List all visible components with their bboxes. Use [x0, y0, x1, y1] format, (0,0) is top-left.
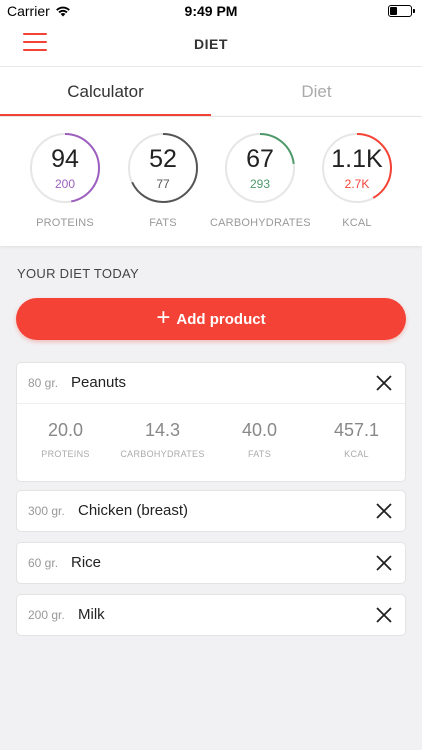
product-card-rice[interactable]: 60 gr. Rice: [16, 542, 406, 584]
product-name: Rice: [71, 554, 102, 571]
stat-value: 52: [149, 145, 177, 173]
stat-label: PROTEINS: [36, 217, 94, 229]
tab-diet[interactable]: Diet: [211, 67, 422, 117]
product-name: Chicken (breast): [78, 502, 189, 519]
close-icon[interactable]: [375, 374, 393, 392]
stat-label: CARBOHYDRATES: [210, 217, 311, 229]
stat-value: 67: [246, 145, 274, 173]
stat-label: KCAL: [342, 217, 372, 229]
product-name: Milk: [78, 606, 105, 623]
stat-value: 1.1K: [331, 145, 383, 173]
tab-bar: Calculator Diet: [0, 66, 422, 117]
nutrient-label: KCAL: [344, 449, 369, 459]
nutrient-fats: 40.0 FATS: [212, 420, 307, 459]
stat-value: 94: [51, 145, 79, 173]
stat-fats: 52 77 FATS: [113, 131, 213, 229]
stat-carbohydrates: 67 293 CARBOHYDRATES: [210, 131, 311, 229]
nutrient-value: 20.0: [47, 420, 84, 440]
stat-proteins: 94 200 PROTEINS: [15, 131, 115, 229]
close-icon[interactable]: [375, 554, 393, 572]
product-weight: 200 gr.: [28, 608, 65, 622]
page-title: DIET: [194, 36, 228, 52]
nutrient-proteins: 20.0 PROTEINS: [18, 420, 113, 459]
nutrient-carbohydrates: 14.3 CARBOHYDRATES: [115, 420, 210, 459]
section-title: YOUR DIET TODAY: [17, 266, 140, 281]
stat-label: FATS: [149, 217, 177, 229]
progress-ring: 94 200: [28, 131, 102, 205]
nutrient-value: 14.3: [144, 420, 181, 440]
tab-calculator[interactable]: Calculator: [0, 67, 211, 117]
status-time: 9:49 PM: [184, 3, 238, 19]
close-icon[interactable]: [375, 502, 393, 520]
close-icon[interactable]: [375, 606, 393, 624]
stat-goal: 293: [249, 177, 271, 191]
product-card-peanuts[interactable]: 80 gr. Peanuts 20.0 PROTEINS 14.3 CARBOH…: [16, 362, 406, 482]
add-product-label: Add product: [176, 310, 266, 328]
nav-bar: DIET: [0, 22, 422, 66]
product-card-chicken[interactable]: 300 gr. Chicken (breast): [16, 490, 406, 532]
macro-stats: 94 200 PROTEINS 52 77 FATS 67 293 CARBOH…: [0, 116, 422, 246]
battery-icon: [388, 5, 415, 17]
product-name: Peanuts: [71, 374, 127, 391]
stat-kcal: 1.1K 2.7K KCAL: [307, 131, 407, 229]
nutrient-value: 457.1: [333, 420, 380, 440]
plus-icon: +: [156, 304, 171, 331]
stat-goal: 77: [156, 177, 170, 191]
nutrient-label: CARBOHYDRATES: [120, 449, 205, 459]
progress-ring: 67 293: [223, 131, 297, 205]
product-card-milk[interactable]: 200 gr. Milk: [16, 594, 406, 636]
nutrient-label: FATS: [247, 449, 272, 459]
progress-ring: 52 77: [126, 131, 200, 205]
add-product-button[interactable]: + Add product: [16, 298, 406, 340]
nutrient-summary: 20.0 PROTEINS 14.3 CARBOHYDRATES 40.0 FA…: [17, 404, 405, 481]
product-weight: 60 gr.: [28, 556, 59, 570]
status-bar: Carrier 9:49 PM: [0, 0, 422, 22]
product-weight: 80 gr.: [28, 376, 59, 390]
nutrient-label: PROTEINS: [41, 449, 90, 459]
nutrient-kcal: 457.1 KCAL: [309, 420, 404, 459]
stat-goal: 2.7K: [344, 177, 370, 191]
progress-ring: 1.1K 2.7K: [320, 131, 394, 205]
stat-goal: 200: [54, 177, 76, 191]
product-weight: 300 gr.: [28, 504, 65, 518]
nutrient-value: 40.0: [241, 420, 278, 440]
